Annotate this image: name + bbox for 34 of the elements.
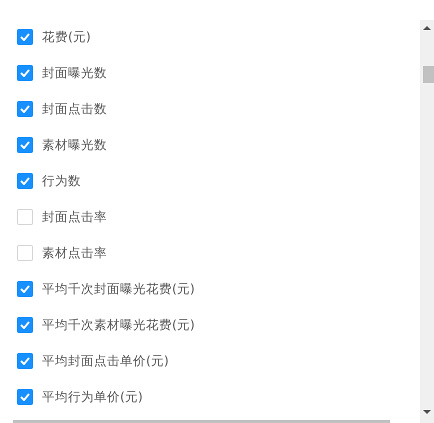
checkmark-icon xyxy=(20,357,30,365)
checkbox[interactable] xyxy=(17,101,33,117)
checkmark-icon xyxy=(20,393,30,401)
scroll-down-icon[interactable] xyxy=(423,410,431,414)
checkmark-icon xyxy=(20,33,30,41)
checkbox[interactable] xyxy=(17,137,33,153)
horizontal-scrollbar[interactable] xyxy=(13,420,390,423)
option-label: 平均千次封面曝光花费(元) xyxy=(42,280,195,298)
checkmark-icon xyxy=(20,141,30,149)
option-label: 封面点击率 xyxy=(42,208,107,226)
scrollbar-thumb[interactable] xyxy=(423,66,434,83)
checkbox[interactable] xyxy=(17,281,33,297)
checkmark-icon xyxy=(20,105,30,113)
checkbox[interactable] xyxy=(17,173,33,189)
option-label: 平均行为单价(元) xyxy=(42,388,143,406)
checkmark-icon xyxy=(20,69,30,77)
option-label: 行为数 xyxy=(42,172,81,190)
option-label: 平均封面点击单价(元) xyxy=(42,352,169,370)
option-label: 素材曝光数 xyxy=(42,136,107,154)
checkbox[interactable] xyxy=(17,389,33,405)
option-label: 花费(元) xyxy=(42,28,91,46)
option-label: 素材点击率 xyxy=(42,244,107,262)
vertical-scrollbar[interactable] xyxy=(420,20,434,423)
checkbox[interactable] xyxy=(17,353,33,369)
option-label: 平均千次素材曝光花费(元) xyxy=(42,316,195,334)
checkmark-icon xyxy=(20,285,30,293)
option-label: 封面点击数 xyxy=(42,100,107,118)
checkmark-icon xyxy=(20,321,30,329)
checkmark-icon xyxy=(20,177,30,185)
option-label: 封面曝光数 xyxy=(42,64,107,82)
checkbox[interactable] xyxy=(17,29,33,45)
checkbox[interactable] xyxy=(17,317,33,333)
scroll-up-icon[interactable] xyxy=(423,26,431,30)
checkbox[interactable] xyxy=(17,65,33,81)
